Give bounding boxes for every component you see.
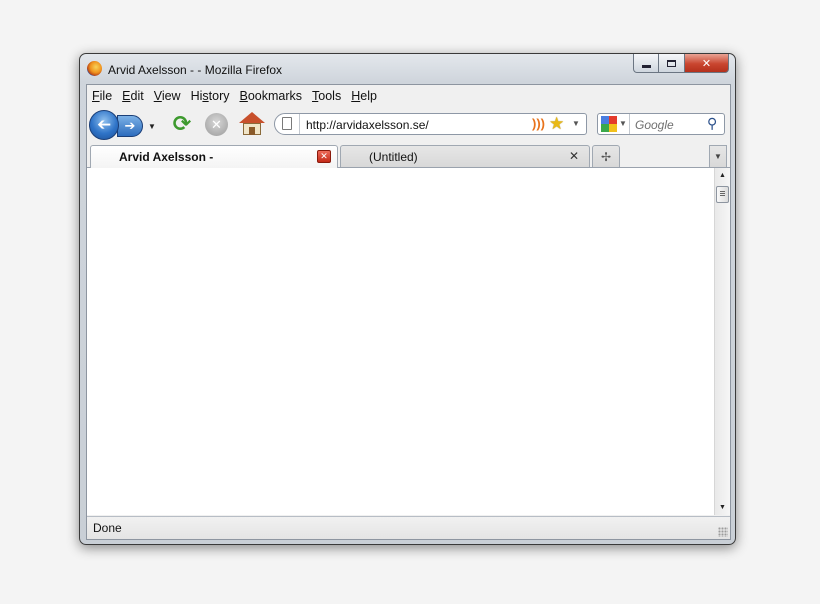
page-icon [282, 117, 292, 130]
engine-icon-blue [601, 116, 609, 124]
forward-icon: ➔ [124, 118, 136, 133]
engine-icon-red [609, 116, 617, 124]
close-button[interactable]: ✕ [685, 54, 729, 73]
tab-label: (Untitled) [369, 150, 418, 164]
menu-file[interactable]: File [92, 89, 112, 103]
search-icon[interactable]: ⚲ [707, 115, 717, 132]
browser-window: Arvid Axelsson - - Mozilla Firefox ✕ Fil… [79, 53, 736, 545]
url-bar[interactable]: http://arvidaxelsson.se/ ))) ★ ▼ [274, 113, 587, 135]
access-key: s [202, 89, 209, 103]
status-text: Done [93, 521, 122, 535]
minimize-icon [641, 64, 651, 68]
chevron-down-icon: ▼ [714, 152, 722, 161]
menu-view[interactable]: View [154, 89, 181, 103]
engine-icon-yellow [609, 124, 617, 132]
access-key: F [92, 89, 100, 103]
menu-bookmarks[interactable]: Bookmarks [240, 89, 303, 103]
menu-help[interactable]: Help [351, 89, 377, 103]
title-bar[interactable]: Arvid Axelsson - - Mozilla Firefox ✕ [80, 54, 735, 84]
resize-grip-icon[interactable] [718, 527, 728, 537]
browser-chrome: File Edit View History Bookmarks Tools H… [86, 84, 731, 540]
rss-icon[interactable]: ))) [532, 117, 546, 131]
home-icon [239, 112, 265, 123]
home-button[interactable] [239, 112, 265, 136]
new-tab-button[interactable]: ✢ [592, 145, 620, 167]
page-content[interactable] [87, 168, 714, 515]
back-button[interactable]: ➔ [89, 110, 119, 140]
tab-close-icon[interactable]: ✕ [569, 149, 579, 163]
tab-untitled[interactable]: (Untitled) ✕ [340, 145, 590, 167]
tab-strip: Arvid Axelsson - ✕ (Untitled) ✕ ✢ ▼ [87, 141, 730, 168]
engine-dropdown-icon[interactable]: ▼ [619, 119, 627, 128]
search-bar[interactable]: ▼ Google ⚲ [597, 113, 725, 135]
menu-edit[interactable]: Edit [122, 89, 144, 103]
forward-button[interactable]: ➔ [117, 115, 143, 137]
home-icon-door [249, 127, 255, 135]
url-input[interactable]: http://arvidaxelsson.se/ [306, 118, 429, 132]
caption-buttons: ✕ [633, 54, 729, 74]
search-engine-icon[interactable] [601, 116, 617, 132]
stop-icon: ✕ [211, 116, 222, 132]
reload-icon: ⟳ [172, 111, 192, 136]
scrollbar-thumb[interactable] [716, 186, 729, 203]
maximize-icon [667, 59, 676, 67]
reload-button[interactable]: ⟳ [169, 111, 195, 137]
bookmark-star-icon[interactable]: ★ [549, 115, 564, 133]
access-key: V [153, 89, 162, 103]
close-icon: ✕ [701, 57, 712, 70]
maximize-button[interactable] [659, 54, 685, 73]
access-key: T [312, 89, 319, 103]
plus-icon: ✢ [600, 149, 612, 164]
minimize-button[interactable] [633, 54, 659, 73]
list-all-tabs-button[interactable]: ▼ [709, 145, 727, 167]
access-key: E [122, 89, 131, 103]
history-dropdown[interactable]: ▼ [148, 122, 156, 131]
vertical-scrollbar[interactable]: ▲ ▼ [714, 168, 730, 515]
url-separator [299, 114, 300, 134]
tab-arvid-axelsson[interactable]: Arvid Axelsson - ✕ [90, 145, 338, 168]
window-title: Arvid Axelsson - - Mozilla Firefox [108, 63, 283, 77]
grip-icon [720, 191, 725, 192]
scroll-up-icon[interactable]: ▲ [719, 172, 726, 179]
access-key: B [239, 89, 248, 103]
search-separator [629, 114, 630, 134]
engine-icon-green [601, 124, 609, 132]
search-input[interactable]: Google [635, 118, 674, 132]
access-key: H [351, 89, 361, 103]
navigation-toolbar: ➔ ➔ ▼ ⟳ ✕ http://arvidaxelsson.se/ ))) ★… [87, 107, 730, 140]
menu-history[interactable]: History [191, 89, 230, 103]
tab-label: Arvid Axelsson - [119, 150, 214, 164]
scroll-down-icon[interactable]: ▼ [719, 504, 726, 511]
menu-bar: File Edit View History Bookmarks Tools H… [87, 85, 730, 107]
back-icon: ➔ [96, 115, 112, 134]
firefox-icon [87, 61, 102, 76]
url-dropdown-icon[interactable]: ▼ [572, 119, 580, 128]
status-bar: Done [87, 516, 730, 539]
menu-tools[interactable]: Tools [312, 89, 341, 103]
tab-close-icon[interactable]: ✕ [317, 150, 331, 163]
stop-button[interactable]: ✕ [205, 113, 228, 136]
